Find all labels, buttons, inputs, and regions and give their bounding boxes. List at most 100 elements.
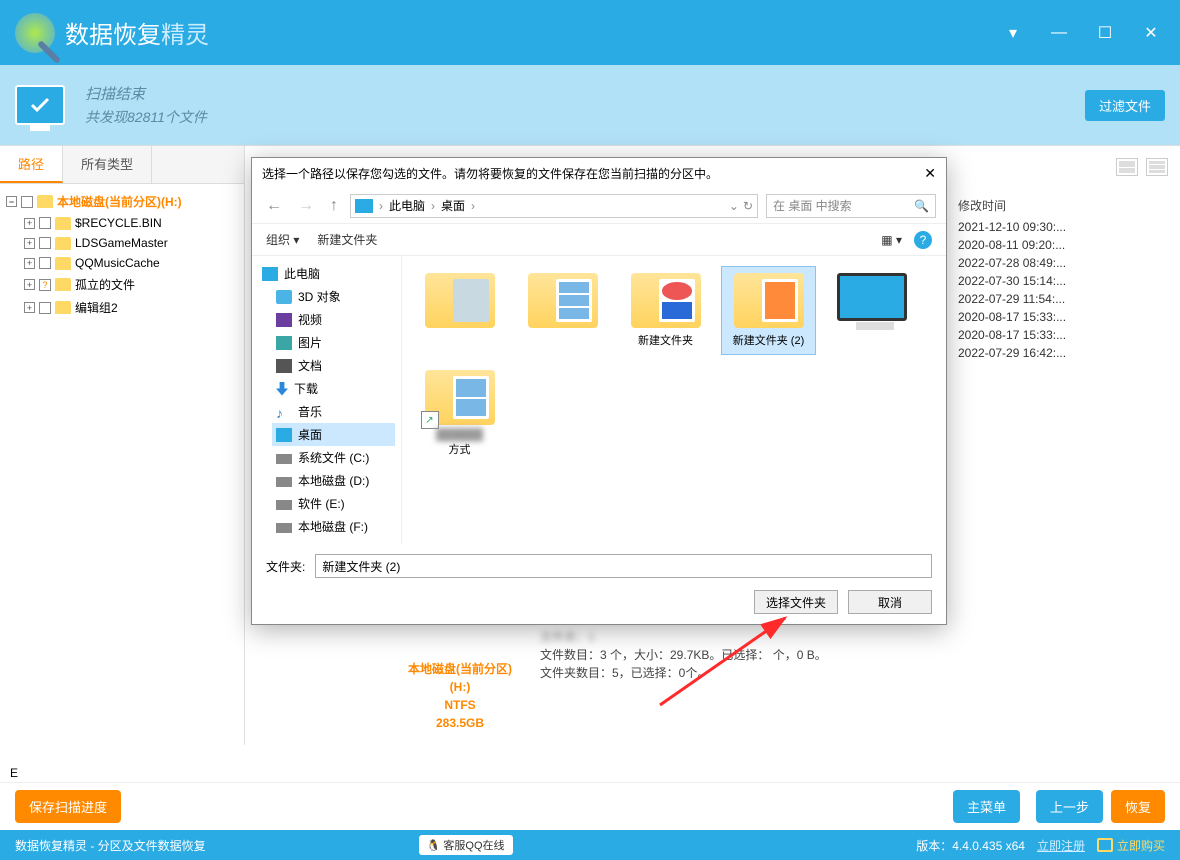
- chevron-down-icon[interactable]: ⌄: [729, 199, 739, 213]
- file-item[interactable]: 新建文件夹: [618, 266, 713, 355]
- tree-videos[interactable]: 视频: [272, 308, 395, 331]
- file-label: ██████: [415, 429, 504, 441]
- breadcrumb[interactable]: › 此电脑 › 桌面 › ⌄↻: [350, 194, 758, 218]
- checkbox[interactable]: [39, 257, 51, 269]
- file-item[interactable]: [515, 266, 610, 355]
- checkbox[interactable]: [39, 217, 51, 229]
- tree-music[interactable]: ♪音乐: [272, 400, 395, 423]
- tree-documents[interactable]: 文档: [272, 354, 395, 377]
- maximize-button[interactable]: ☐: [1091, 23, 1119, 43]
- filter-files-button[interactable]: 过滤文件: [1085, 90, 1165, 121]
- date-row: 2022-07-29 16:42:...: [950, 344, 1170, 362]
- tree-item[interactable]: +LDSGameMaster: [24, 233, 238, 253]
- folder-shortcut-icon: [425, 370, 495, 425]
- file-item-selected[interactable]: 新建文件夹 (2): [721, 266, 816, 355]
- tree-pictures[interactable]: 图片: [272, 331, 395, 354]
- dialog-toolbar: 组织 ▾ 新建文件夹 ▦ ▾ ?: [252, 224, 946, 256]
- minimize-button[interactable]: —: [1045, 23, 1073, 43]
- refresh-icon[interactable]: ↻: [743, 199, 753, 213]
- tree-downloads[interactable]: 下载: [272, 377, 395, 400]
- tree-drive-e[interactable]: 软件 (E:): [272, 492, 395, 515]
- qq-support-badge[interactable]: 🐧客服QQ在线: [419, 835, 513, 855]
- tree-item[interactable]: +编辑组2: [24, 296, 238, 319]
- grid-view-icon[interactable]: [1116, 158, 1138, 176]
- expand-icon[interactable]: +: [24, 218, 35, 229]
- organize-menu[interactable]: 组织 ▾: [266, 231, 299, 248]
- search-input[interactable]: 在 桌面 中搜索 🔍: [766, 194, 936, 218]
- cancel-button[interactable]: 取消: [848, 590, 932, 614]
- buy-label: 立即购买: [1117, 837, 1165, 854]
- checkbox[interactable]: [39, 237, 51, 249]
- nav-back-icon[interactable]: ←: [262, 197, 286, 215]
- view-mode-icon[interactable]: ▦ ▾: [881, 233, 902, 247]
- tree-item[interactable]: +$RECYCLE.BIN: [24, 213, 238, 233]
- nav-up-icon[interactable]: ↑: [326, 197, 342, 215]
- select-folder-button[interactable]: 选择文件夹: [754, 590, 838, 614]
- tree-this-pc[interactable]: 此电脑: [258, 262, 395, 285]
- app-logo-icon: [15, 13, 55, 53]
- dialog-title-text: 选择一个路径以保存您勾选的文件。请勿将要恢复的文件保存在您当前扫描的分区中。: [262, 165, 718, 182]
- tree-drive-d[interactable]: 本地磁盘 (D:): [272, 469, 395, 492]
- folder-label: 文件夹:: [266, 558, 305, 575]
- video-icon: [276, 313, 292, 327]
- tree-root[interactable]: − 本地磁盘(当前分区)(H:): [6, 190, 238, 213]
- folder-icon: [734, 273, 804, 328]
- tree-drive-c[interactable]: 系统文件 (C:): [272, 446, 395, 469]
- folder-input-row: 文件夹:: [266, 554, 932, 578]
- footer: 数据恢复精灵 - 分区及文件数据恢复 🐧客服QQ在线 版本：4.4.0.435 …: [0, 830, 1180, 860]
- date-column: 修改时间 2021-12-10 09:30:... 2020-08-11 09:…: [950, 183, 1170, 362]
- expand-icon[interactable]: +: [24, 238, 35, 249]
- recover-button[interactable]: 恢复: [1111, 790, 1165, 823]
- disk-card[interactable]: 本地磁盘(当前分区)(H:) NTFS 283.5GB: [400, 660, 520, 732]
- checkbox[interactable]: [39, 302, 51, 314]
- tree-drive-f[interactable]: 本地磁盘 (F:): [272, 515, 395, 538]
- breadcrumb-desktop[interactable]: 桌面: [441, 197, 465, 214]
- tab-all-types[interactable]: 所有类型: [63, 146, 152, 183]
- file-item[interactable]: [824, 266, 919, 355]
- expand-icon[interactable]: +: [24, 302, 35, 313]
- app-title-light: 精灵: [161, 22, 209, 49]
- close-button[interactable]: ✕: [1137, 23, 1165, 43]
- tab-path[interactable]: 路径: [0, 146, 63, 183]
- date-row: 2020-08-17 15:33:...: [950, 326, 1170, 344]
- help-icon[interactable]: ?: [914, 231, 932, 249]
- status-bar: 扫描结束 共发现82811个文件 过滤文件: [0, 65, 1180, 145]
- meta-line: 文件夹数目：5，已选择：0个。: [540, 664, 827, 682]
- cube-icon: [276, 290, 292, 304]
- expand-icon[interactable]: +: [24, 279, 35, 290]
- expand-icon[interactable]: +: [24, 258, 35, 269]
- folder-icon: [55, 217, 71, 230]
- nav-forward-icon[interactable]: →: [294, 197, 318, 215]
- tree-desktop[interactable]: 桌面: [272, 423, 395, 446]
- app-title-main: 数据恢复: [65, 22, 161, 49]
- dialog-close-button[interactable]: ✕: [924, 165, 936, 182]
- checkbox[interactable]: [21, 196, 33, 208]
- file-item[interactable]: ██████方式: [412, 363, 507, 464]
- music-icon: ♪: [276, 405, 292, 419]
- date-header[interactable]: 修改时间: [950, 193, 1170, 218]
- meta-line: 文件夹：1: [540, 628, 827, 646]
- new-folder-button[interactable]: 新建文件夹: [317, 231, 377, 248]
- chevron-right-icon: ›: [379, 199, 383, 213]
- date-row: 2022-07-28 08:49:...: [950, 254, 1170, 272]
- main-menu-button[interactable]: 主菜单: [953, 790, 1020, 823]
- prev-step-button[interactable]: 上一步: [1036, 790, 1103, 823]
- save-scan-button[interactable]: 保存扫描进度: [15, 790, 121, 823]
- tree-3d-objects[interactable]: 3D 对象: [272, 285, 395, 308]
- list-view-icon[interactable]: [1146, 158, 1168, 176]
- register-link[interactable]: 立即注册: [1037, 837, 1085, 854]
- search-icon[interactable]: 🔍: [914, 199, 929, 213]
- dropdown-button[interactable]: ▾: [999, 23, 1027, 43]
- folder-name-input[interactable]: [315, 554, 932, 578]
- dialog-title-bar: 选择一个路径以保存您勾选的文件。请勿将要恢复的文件保存在您当前扫描的分区中。 ✕: [252, 158, 946, 188]
- checkbox[interactable]: ?: [39, 279, 51, 291]
- buy-link[interactable]: 立即购买: [1097, 837, 1165, 854]
- breadcrumb-pc[interactable]: 此电脑: [389, 197, 425, 214]
- tree-label: 文档: [298, 357, 322, 374]
- folder-icon: [37, 195, 53, 208]
- drive-icon: [276, 477, 292, 487]
- tree-item[interactable]: +QQMusicCache: [24, 253, 238, 273]
- file-item[interactable]: [412, 266, 507, 355]
- collapse-icon[interactable]: −: [6, 196, 17, 207]
- tree-item[interactable]: +?孤立的文件: [24, 273, 238, 296]
